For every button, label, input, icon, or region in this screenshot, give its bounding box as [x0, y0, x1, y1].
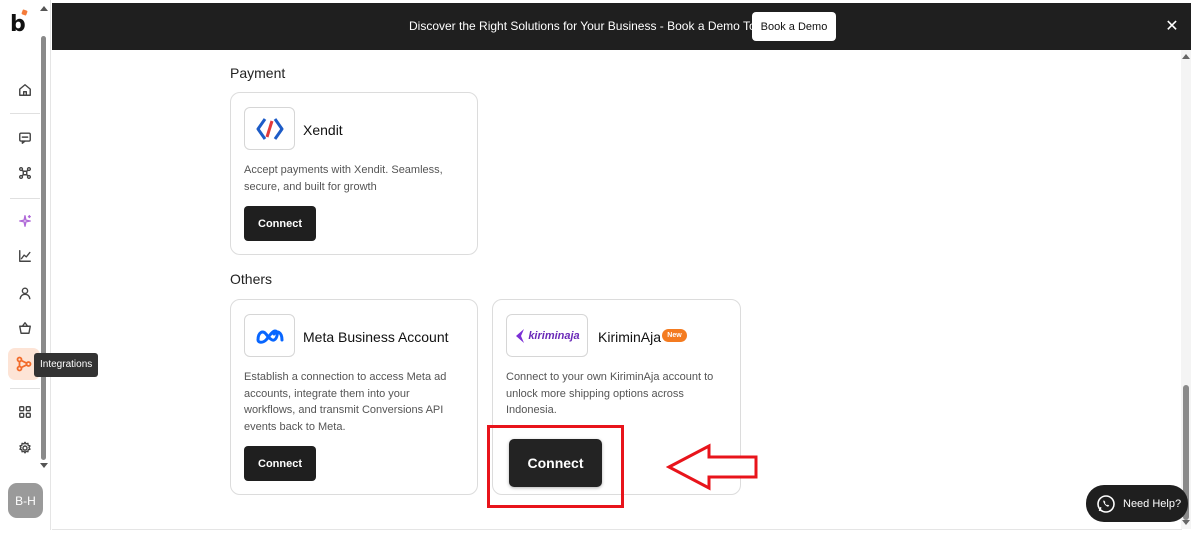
connect-button-meta[interactable]: Connect: [244, 446, 316, 481]
sidebar-divider: [10, 113, 40, 114]
scroll-up-arrow-icon[interactable]: [1182, 54, 1190, 59]
need-help-label: Need Help?: [1123, 497, 1182, 510]
whatsapp-icon: [1097, 494, 1115, 513]
section-title-payment: Payment: [230, 65, 286, 81]
chart-icon[interactable]: [14, 245, 36, 267]
page-bottom-border: [52, 529, 1182, 530]
user-avatar[interactable]: B-H: [8, 483, 43, 518]
annotation-arrow-icon: [666, 443, 758, 491]
book-demo-button[interactable]: Book a Demo: [752, 12, 836, 41]
xendit-logo-icon: [244, 107, 295, 150]
app-logo[interactable]: b: [10, 12, 26, 37]
card-description: Accept payments with Xendit. Seamless, s…: [244, 164, 443, 193]
card-description: Establish a connection to access Meta ad…: [244, 371, 447, 433]
gear-icon[interactable]: [14, 437, 36, 459]
sparkle-icon[interactable]: [14, 210, 36, 232]
sidebar-scrollbar[interactable]: [38, 4, 49, 470]
sidebar-divider: [10, 198, 40, 199]
scrollbar-thumb[interactable]: [41, 36, 46, 460]
network-icon[interactable]: [14, 162, 36, 184]
integration-card-xendit: Xendit Accept payments with Xendit. Seam…: [230, 92, 478, 255]
basket-icon[interactable]: [14, 317, 36, 339]
new-badge: New: [662, 329, 687, 342]
kiriminaja-logo-icon: kiriminaja: [506, 314, 588, 357]
integration-card-meta: Meta Business Account Establish a connec…: [230, 299, 478, 495]
apps-grid-icon[interactable]: [14, 401, 36, 423]
integrations-tooltip: Integrations: [34, 353, 99, 377]
scroll-down-arrow-icon[interactable]: [1182, 520, 1190, 525]
scroll-down-arrow-icon[interactable]: [40, 463, 48, 468]
card-description: Connect to your own KiriminAja account t…: [506, 371, 714, 416]
connect-button-xendit[interactable]: Connect: [244, 206, 316, 241]
chat-icon[interactable]: [14, 127, 36, 149]
need-help-button[interactable]: Need Help?: [1086, 485, 1188, 522]
main-scrollbar[interactable]: [1181, 50, 1191, 529]
home-icon[interactable]: [14, 79, 36, 101]
scroll-up-arrow-icon[interactable]: [40, 6, 48, 11]
card-name: Meta Business Account: [303, 329, 449, 345]
connect-button-kiriminaja[interactable]: Connect: [509, 439, 602, 487]
promo-banner: Discover the Right Solutions for Your Bu…: [52, 3, 1191, 50]
user-icon[interactable]: [14, 282, 36, 304]
meta-logo-icon: [244, 314, 295, 357]
sidebar-divider: [10, 388, 40, 389]
banner-text: Discover the Right Solutions for Your Bu…: [409, 19, 779, 33]
sidebar: b B-H: [0, 0, 51, 530]
close-icon[interactable]: ✕: [1162, 16, 1182, 36]
card-name: KiriminAja: [598, 329, 662, 345]
section-title-others: Others: [230, 271, 273, 287]
card-name: Xendit: [303, 122, 343, 138]
